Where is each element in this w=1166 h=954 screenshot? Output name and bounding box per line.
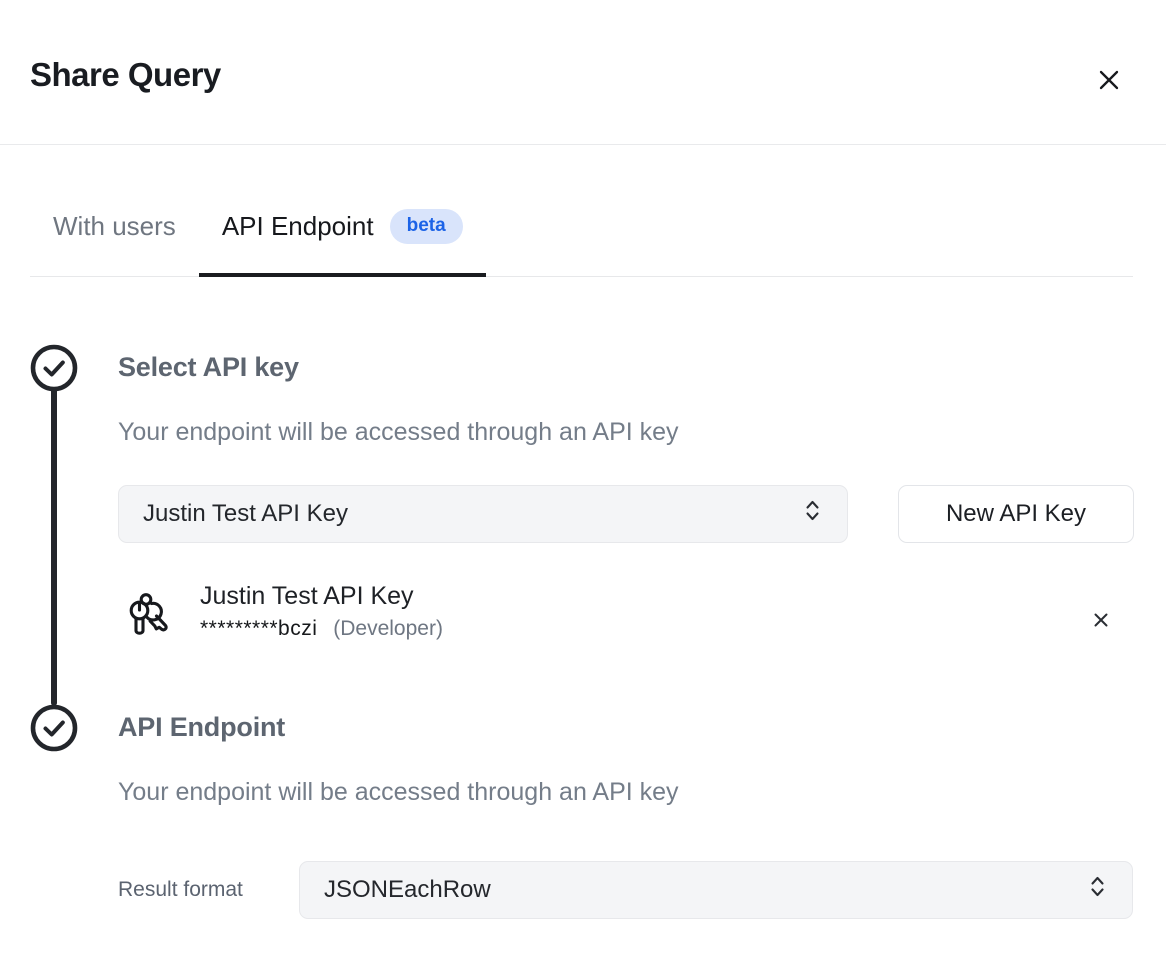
steps-container: Select API key Your endpoint will be acc… [0, 344, 1166, 924]
dialog-header: Share Query [0, 0, 1166, 145]
api-key-select-value: Justin Test API Key [143, 500, 348, 528]
tab-label: With users [53, 211, 176, 242]
check-circle-icon [30, 344, 78, 392]
tab-api-endpoint[interactable]: API Endpoint beta [199, 180, 486, 277]
close-dialog-button[interactable] [1096, 68, 1122, 94]
selected-key-role: (Developer) [333, 617, 443, 640]
chevron-up-down-icon [804, 499, 821, 530]
selected-api-key-row: Justin Test API Key *********bczi (Devel… [0, 580, 1166, 660]
beta-badge: beta [390, 209, 463, 244]
result-format-select[interactable]: JSONEachRow [299, 861, 1133, 919]
tab-with-users[interactable]: With users [30, 180, 199, 277]
tab-label: API Endpoint [222, 211, 374, 242]
selected-key-masked-secret: *********bczi [200, 617, 317, 640]
result-format-select-value: JSONEachRow [324, 876, 491, 904]
close-x-icon [1093, 612, 1109, 631]
close-x-icon [1097, 68, 1121, 95]
selected-key-details: *********bczi (Developer) [200, 617, 443, 641]
remove-selected-key-button[interactable] [1086, 606, 1116, 636]
keys-icon [126, 590, 170, 645]
step1-subtitle: Your endpoint will be accessed through a… [118, 418, 679, 447]
check-circle-icon [30, 704, 78, 752]
result-format-label: Result format [118, 861, 243, 919]
chevron-up-down-icon [1089, 875, 1106, 906]
step2-title: API Endpoint [118, 712, 285, 743]
dialog-title: Share Query [30, 56, 221, 94]
tab-bar: With users API Endpoint beta [30, 180, 1133, 277]
share-query-dialog: Share Query With users API Endpoint beta… [0, 0, 1166, 954]
new-api-key-button[interactable]: New API Key [898, 485, 1134, 543]
api-key-select[interactable]: Justin Test API Key [118, 485, 848, 543]
selected-key-name: Justin Test API Key [200, 582, 414, 611]
step2-subtitle: Your endpoint will be accessed through a… [118, 778, 679, 807]
step1-title: Select API key [118, 352, 299, 383]
